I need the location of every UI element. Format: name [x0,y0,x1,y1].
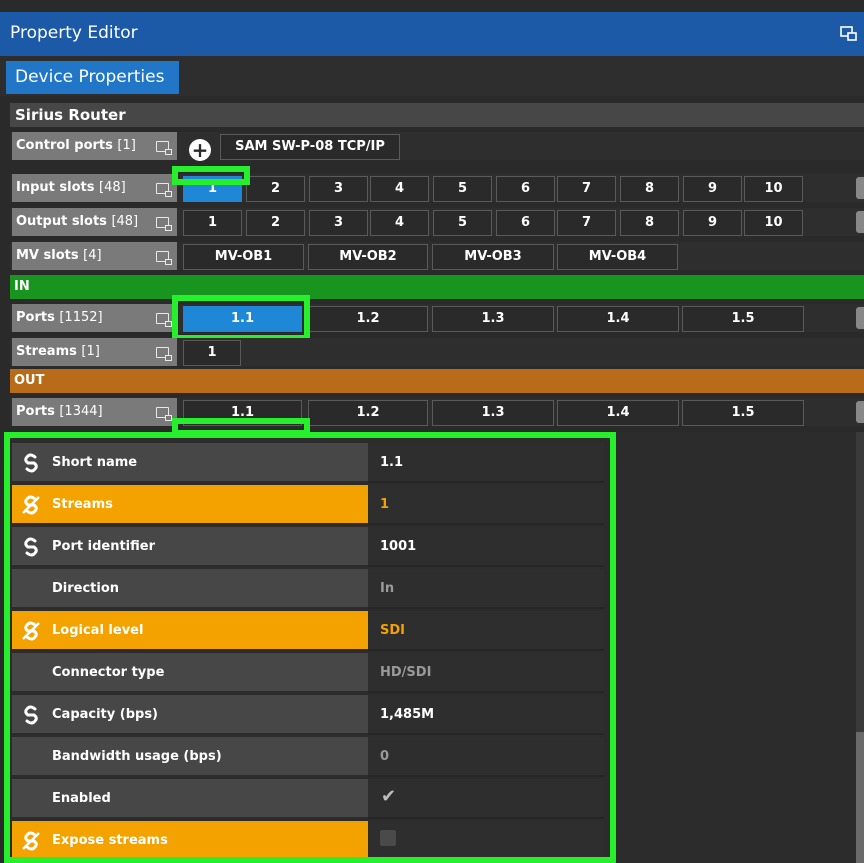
in-port-cell[interactable]: 1.3 [432,306,554,332]
undock-mini-icon[interactable] [156,217,172,231]
add-control-port-icon[interactable]: + [189,139,211,161]
in-streams-count: [1] [81,344,100,359]
out-section-header: OUT [10,369,864,393]
out-ports-scroll-handle[interactable] [856,401,864,423]
out-ports-count: [1344] [59,404,103,419]
in-streams-label-text: Streams [16,344,77,359]
output-slots-count: [48] [111,214,139,229]
undock-mini-icon[interactable] [156,251,172,265]
out-ports-label-text: Ports [16,404,55,419]
control-port-sam-sw-p-08[interactable]: SAM SW-P-08 TCP/IP [220,134,400,160]
in-streams-label: Streams [1] [12,338,177,366]
output-slot-cell[interactable]: 1 [183,210,242,236]
mv-slot-cell[interactable]: MV-OB3 [432,244,554,270]
mv-slot-cell[interactable]: MV-OB4 [557,244,678,270]
device-name-header: Sirius Router [10,103,864,127]
out-port-cell[interactable]: 1.3 [432,400,554,426]
input-slots-count: [48] [99,180,126,195]
output-slot-cell[interactable]: 3 [309,210,368,236]
control-ports-label-text: Control ports [16,138,113,153]
output-slot-cell[interactable]: 7 [557,210,616,236]
mv-slots-label-text: MV slots [16,248,79,263]
input-slots-label-text: Input slots [16,180,95,195]
mv-slots-count: [4] [83,248,102,263]
in-ports-count: [1152] [59,310,103,325]
mv-slot-cell[interactable]: MV-OB1 [183,244,304,270]
output-slots-scroll-handle[interactable] [856,211,864,233]
input-slot-cell[interactable]: 5 [433,176,492,202]
undock-mini-icon[interactable] [156,141,172,155]
input-slots-scroll-handle[interactable] [856,177,864,199]
undock-mini-icon[interactable] [156,407,172,421]
in-port-cell[interactable]: 1.4 [557,306,679,332]
input-slot-cell[interactable]: 4 [370,176,429,202]
properties-highlight [4,432,616,863]
property-editor-title-bar: Property Editor [0,12,864,56]
input-slot-cell[interactable]: 6 [496,176,555,202]
tab-bar: Device Properties [0,56,864,96]
mv-slot-cell[interactable]: MV-OB2 [308,244,428,270]
in-port-cell[interactable]: 1.2 [308,306,428,332]
undock-mini-icon[interactable] [156,347,172,361]
output-slots-label: Output slots [48] [12,208,177,236]
in-section-header: IN [10,275,864,299]
tab-device-properties[interactable]: Device Properties [6,61,179,94]
out-port-cell[interactable]: 1.2 [308,400,428,426]
output-slot-cell[interactable]: 9 [683,210,742,236]
undock-window-icon[interactable] [840,26,858,42]
output-slot-cell[interactable]: 4 [370,210,429,236]
input-slot-cell[interactable]: 10 [744,176,803,202]
out-port-cell[interactable]: 1.5 [682,400,804,426]
output-slot-cell[interactable]: 10 [744,210,803,236]
in-stream-cell[interactable]: 1 [183,340,241,366]
input-slots-label: Input slots [48] [12,174,177,202]
input-slot-cell[interactable]: 9 [683,176,742,202]
output-slot-cell[interactable]: 2 [246,210,305,236]
input-slot-cell[interactable]: 7 [557,176,616,202]
mv-slots-label: MV slots [4] [12,242,177,270]
in-ports-label: Ports [1152] [12,304,177,332]
output-slots-label-text: Output slots [16,214,107,229]
output-slot-cell[interactable]: 8 [620,210,679,236]
properties-scrollbar-thumb[interactable] [856,732,864,863]
undock-mini-icon[interactable] [156,313,172,327]
input-slot-cell[interactable]: 8 [620,176,679,202]
in-ports-scroll-handle[interactable] [856,307,864,329]
control-ports-label: Control ports [1] [12,132,177,160]
panel-title: Property Editor [10,23,138,43]
output-slot-cell[interactable]: 5 [433,210,492,236]
in-port-highlight [172,295,310,341]
output-slot-cell[interactable]: 6 [496,210,555,236]
control-ports-count: [1] [117,138,136,153]
input-slot-cell[interactable]: 3 [309,176,368,202]
out-ports-label: Ports [1344] [12,398,177,426]
input-slot-cell[interactable]: 2 [246,176,305,202]
input-slot-highlight [172,166,250,185]
in-ports-label-text: Ports [16,310,55,325]
in-port-cell[interactable]: 1.5 [682,306,804,332]
undock-mini-icon[interactable] [156,183,172,197]
out-port-cell[interactable]: 1.4 [557,400,679,426]
